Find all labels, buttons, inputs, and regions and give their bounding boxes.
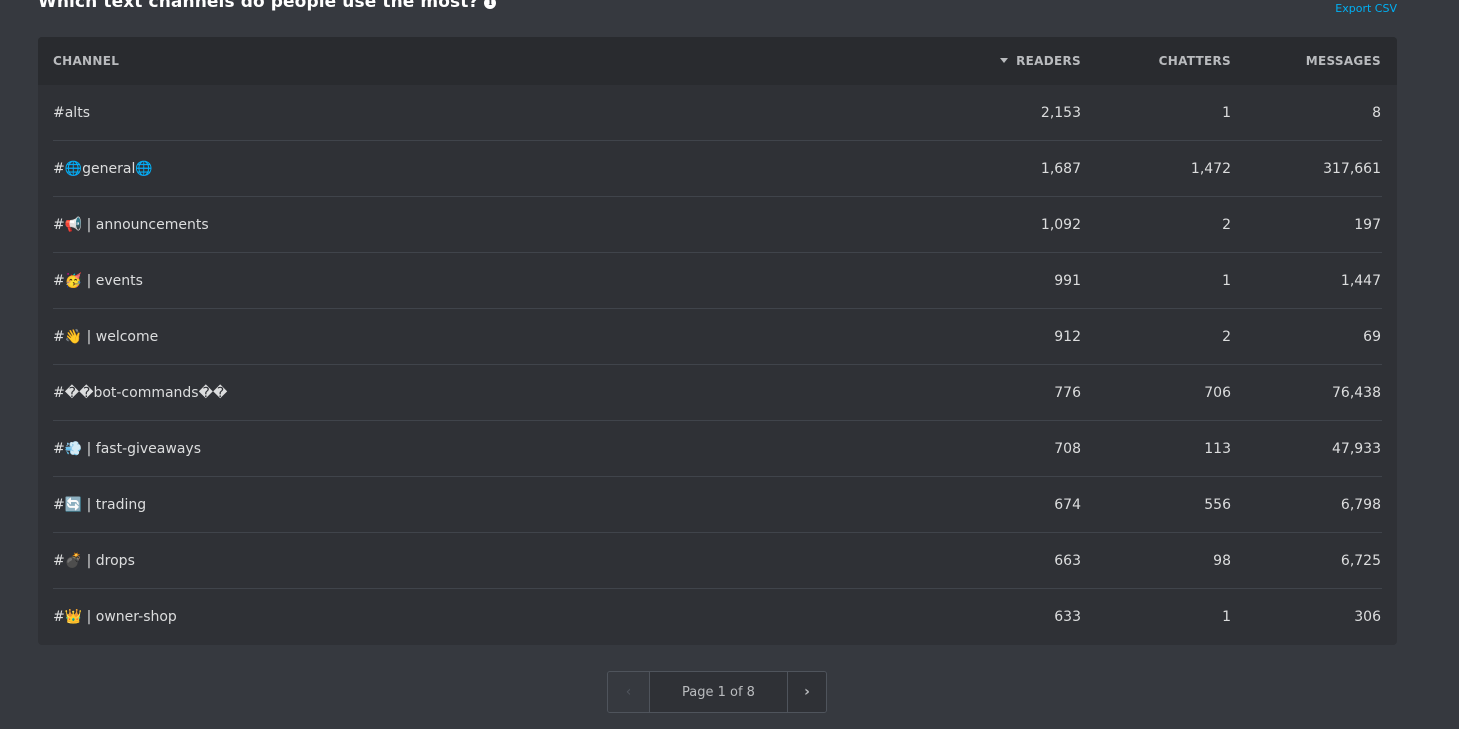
messages-count: 197 [1354, 217, 1381, 233]
chatters-count: 556 [1204, 497, 1231, 513]
readers-count: 708 [1054, 441, 1081, 457]
messages-count: 6,798 [1340, 497, 1381, 513]
messages-count: 47,933 [1332, 441, 1381, 457]
chatters-count: 1 [1222, 273, 1231, 289]
table-row: #🥳 | events 991 1 1,447 [38, 253, 1397, 309]
chatters-count: 1 [1222, 105, 1231, 121]
section-header: Which text channels do people use the mo… [38, 0, 1397, 22]
messages-count: 76,438 [1332, 385, 1381, 401]
column-header-readers[interactable]: READERS [928, 54, 1081, 68]
table-row: #🌐general🌐 1,687 1,472 317,661 [38, 141, 1397, 197]
channel-name: #🌐general🌐 [53, 161, 153, 177]
table-row: #��bot-commands�� 776 706 76,438 [38, 365, 1397, 421]
channel-name: #💣 | drops [53, 553, 135, 569]
table-row: #👋 | welcome 912 2 69 [38, 309, 1397, 365]
readers-count: 674 [1054, 497, 1081, 513]
messages-count: 6,725 [1340, 553, 1381, 569]
readers-count: 991 [1054, 273, 1081, 289]
chatters-count: 113 [1204, 441, 1231, 457]
table-row: #💣 | drops 663 98 6,725 [38, 533, 1397, 589]
channel-name: #📢 | announcements [53, 217, 209, 233]
pagination: ‹ Page 1 of 8 › [607, 671, 827, 713]
chatters-count: 1 [1222, 609, 1231, 625]
readers-count: 1,687 [1040, 161, 1081, 177]
chatters-count: 706 [1204, 385, 1231, 401]
section-title: Which text channels do people use the mo… [38, 0, 497, 12]
table-row: #📢 | announcements 1,092 2 197 [38, 197, 1397, 253]
section-title-text: Which text channels do people use the mo… [38, 0, 479, 12]
column-header-channel[interactable]: CHANNEL [38, 54, 928, 68]
messages-count: 1,447 [1340, 273, 1381, 289]
export-csv-link[interactable]: Export CSV [1335, 2, 1397, 15]
channel-name: #👋 | welcome [53, 329, 159, 345]
channel-name: #alts [53, 105, 90, 121]
readers-count: 912 [1054, 329, 1081, 345]
chatters-count: 98 [1213, 553, 1231, 569]
column-header-messages[interactable]: MESSAGES [1231, 54, 1381, 68]
chatters-count: 2 [1222, 329, 1231, 345]
chatters-count: 2 [1222, 217, 1231, 233]
table-row: #alts 2,153 1 8 [38, 85, 1397, 141]
channel-name: #👑 | owner-shop [53, 609, 177, 625]
channel-name: #💨 | fast-giveaways [53, 441, 201, 457]
info-icon[interactable]: i [484, 0, 497, 9]
page-indicator: Page 1 of 8 [650, 672, 788, 712]
channel-name: #��bot-commands�� [53, 385, 228, 401]
readers-count: 1,092 [1040, 217, 1081, 233]
chevron-left-icon: ‹ [625, 684, 632, 700]
messages-count: 69 [1363, 329, 1381, 345]
column-header-chatters[interactable]: CHATTERS [1081, 54, 1231, 68]
sort-descending-icon [1000, 58, 1009, 63]
channel-name: #🔄 | trading [53, 497, 147, 513]
messages-count: 8 [1372, 105, 1381, 121]
table-body: #alts 2,153 1 8 #🌐general🌐 1,687 1,472 317,661 #… [38, 85, 1397, 645]
channel-name: #🥳 | events [53, 273, 143, 289]
table-row: #💨 | fast-giveaways 708 113 47,933 [38, 421, 1397, 477]
chevron-right-icon: › [804, 684, 810, 700]
table-row: #🔄 | trading 674 556 6,798 [38, 477, 1397, 533]
readers-count: 633 [1054, 609, 1081, 625]
next-page-button[interactable]: › [788, 672, 826, 712]
column-header-readers-label: READERS [1016, 54, 1081, 68]
readers-count: 2,153 [1040, 105, 1081, 121]
readers-count: 776 [1054, 385, 1081, 401]
messages-count: 306 [1354, 609, 1381, 625]
chatters-count: 1,472 [1190, 161, 1231, 177]
readers-count: 663 [1054, 553, 1081, 569]
channels-table: CHANNEL READERS CHATTERS MESSAGES #alts 2… [38, 37, 1397, 645]
table-row: #👑 | owner-shop 633 1 306 [38, 589, 1397, 645]
messages-count: 317,661 [1323, 161, 1381, 177]
previous-page-button[interactable]: ‹ [608, 672, 650, 712]
table-header: CHANNEL READERS CHATTERS MESSAGES [38, 37, 1397, 85]
